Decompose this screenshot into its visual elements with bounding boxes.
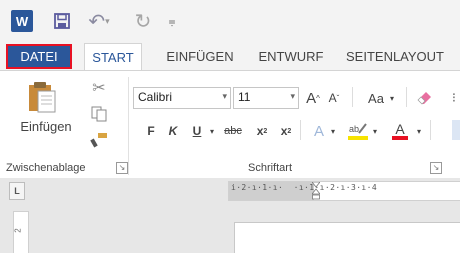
highlighter-icon: ab — [348, 123, 368, 140]
paragraph-align-icon[interactable] — [452, 120, 460, 140]
ribbon-panel: Einfügen ✂ Zwischenablage ↘ Calibri ▾ 11… — [0, 70, 460, 180]
shrink-font-glyph: A — [328, 91, 337, 105]
group-separator — [128, 77, 129, 175]
svg-text:ab: ab — [349, 124, 359, 134]
italic-button[interactable]: K — [166, 120, 180, 142]
tab-stop-selector[interactable]: L — [9, 182, 25, 200]
tab-datei[interactable]: DATEI — [6, 44, 72, 69]
strikethrough-button[interactable]: abc — [220, 120, 246, 142]
copy-icon[interactable] — [88, 103, 110, 125]
cut-icon[interactable]: ✂ — [88, 77, 110, 99]
font-color-button[interactable]: A — [390, 120, 410, 142]
floppy-disk-icon — [54, 13, 70, 29]
clear-formatting-icon[interactable] — [414, 87, 436, 109]
horizontal-ruler[interactable]: i·2·ı·1·ı· ·ı·1·ı·2·ı·3·ı·4 — [228, 181, 460, 201]
ruler-ticks: i·2·ı·1·ı· ·ı·1·ı·2·ı·3·ı·4 — [231, 183, 378, 192]
separator — [300, 120, 301, 140]
separator — [352, 87, 353, 107]
copy-pages-icon — [91, 106, 107, 122]
tab-start[interactable]: START — [84, 43, 142, 71]
vertical-ruler[interactable]: 2 — [13, 211, 29, 253]
chevron-down-icon[interactable]: ▾ — [208, 120, 216, 142]
format-painter-icon[interactable] — [88, 129, 110, 151]
customize-toolbar-icon[interactable]: ⩦ — [165, 10, 179, 32]
subscript-glyph: x — [256, 124, 264, 138]
clipboard-group-label: Zwischenablage — [6, 162, 86, 174]
chevron-down-icon[interactable]: ▾ — [371, 120, 379, 142]
highlight-color-button[interactable]: ab — [346, 120, 370, 142]
word-app-icon[interactable]: W — [11, 10, 33, 32]
paste-button[interactable]: Einfügen — [18, 77, 74, 139]
font-size-value: 11 — [238, 90, 251, 104]
font-dialog-launcher[interactable]: ↘ — [430, 162, 442, 174]
paintbrush-icon — [90, 133, 107, 148]
chevron-down-icon[interactable]: ▾ — [388, 87, 396, 109]
font-name-value: Calibri — [138, 90, 173, 104]
separator — [406, 87, 407, 107]
indent-marker-icon[interactable] — [312, 182, 320, 200]
clipboard-icon — [29, 82, 56, 113]
change-case-glyph: Aa — [368, 90, 384, 106]
font-color-glyph: A — [395, 121, 405, 137]
subscript-button[interactable]: x2 — [254, 120, 270, 142]
paste-label: Einfügen — [20, 119, 72, 134]
shrink-font-button[interactable]: Aˇ — [326, 87, 342, 109]
save-icon[interactable] — [53, 10, 71, 32]
tab-entwurf[interactable]: ENTWURF — [252, 43, 330, 70]
overflow-dots: ⁝ — [451, 90, 457, 105]
redo-icon[interactable]: ↻ — [133, 10, 153, 33]
eraser-icon — [417, 92, 431, 105]
change-case-button[interactable]: Aa — [364, 87, 388, 109]
chevron-down-icon[interactable]: ▾ — [415, 120, 423, 142]
underline-button[interactable]: U — [190, 120, 204, 142]
font-size-combo[interactable]: 11 ▾ — [233, 87, 299, 109]
quick-access-toolbar: W ↶ ▾ ↻ ⩦ — [0, 0, 460, 43]
font-color-swatch — [392, 136, 408, 140]
document-page[interactable] — [234, 222, 460, 253]
superscript-glyph: x — [280, 124, 288, 138]
grow-font-glyph: A — [306, 89, 317, 107]
bold-button[interactable]: F — [144, 120, 158, 142]
vertical-ruler-number: 2 — [13, 228, 23, 233]
chevron-down-icon[interactable]: ▾ — [329, 120, 337, 142]
tab-einfuegen[interactable]: EINFÜGEN — [160, 43, 240, 70]
grow-font-button[interactable]: A ^ — [304, 87, 322, 109]
text-effects-button[interactable]: A — [310, 120, 328, 142]
clipboard-dialog-launcher[interactable]: ↘ — [116, 162, 128, 174]
font-group-label: Schriftart — [248, 162, 293, 174]
word-app-letter: W — [15, 13, 29, 29]
tab-seitenlayout[interactable]: SEITENLAYOUT — [346, 43, 460, 70]
font-name-combo[interactable]: Calibri ▾ — [133, 87, 231, 109]
superscript-button[interactable]: x2 — [278, 120, 294, 142]
chevron-down-icon: ▾ — [222, 91, 227, 101]
separator — [430, 120, 431, 140]
ruler-area: L i·2·ı·1·ı· ·ı·1·ı·2·ı·3·ı·4 — [0, 178, 460, 204]
chevron-down-icon: ▾ — [290, 91, 295, 101]
undo-icon[interactable]: ↶ ▾ — [86, 10, 112, 33]
ribbon-tabs: DATEI START EINFÜGEN ENTWURF SEITENLAYOU… — [0, 43, 460, 71]
